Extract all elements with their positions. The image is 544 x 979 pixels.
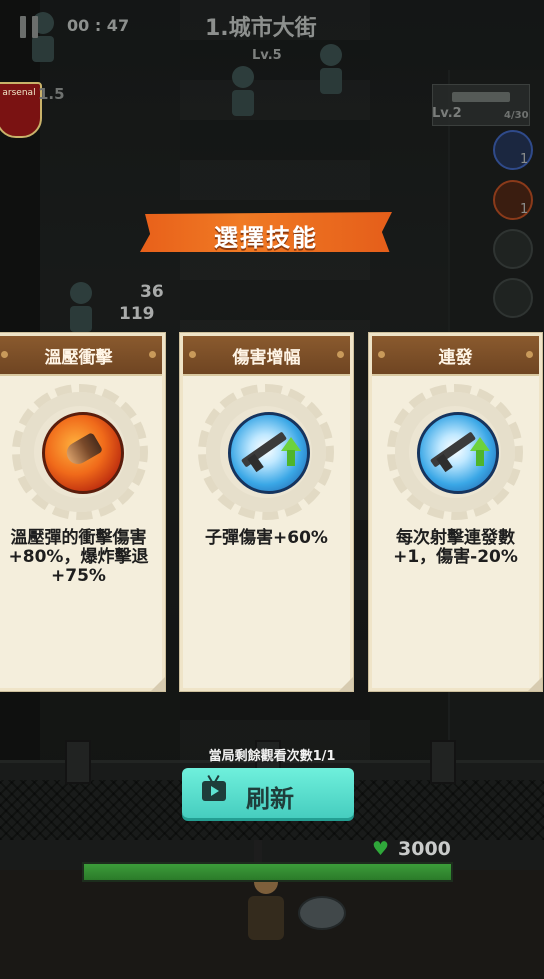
damage-number: 36 <box>140 282 164 302</box>
card-header: 連發 <box>372 336 539 376</box>
card-corner <box>528 677 542 691</box>
enemy-level: Lv.5 <box>252 48 282 63</box>
level-title: 1.城市大街 <box>205 16 317 41</box>
card-corner <box>151 677 165 691</box>
thermobaric-bullet-icon <box>42 412 124 494</box>
rifle-upgrade-icon <box>228 412 310 494</box>
refresh-button[interactable]: 刷新 <box>182 768 354 818</box>
ammo-counter: 4/30 <box>504 110 529 121</box>
skill-name: 連發 <box>438 348 473 368</box>
hp-value: 3000 <box>398 838 451 860</box>
pause-icon[interactable] <box>20 16 40 38</box>
skill-slot-3 <box>493 229 533 269</box>
health-bar-fill <box>84 864 451 880</box>
skill-name: 溫壓衝擊 <box>44 348 113 368</box>
card-header: 溫壓衝擊 <box>0 336 162 376</box>
weapon-level: Lv.2 <box>432 106 462 121</box>
dialog-title: 選擇技能 <box>214 224 318 252</box>
skill-description: 每次射擊連發數+1，傷害-20% <box>393 528 518 567</box>
stage-timer: 00 : 47 <box>67 16 130 35</box>
skill-slot-count: 1 <box>520 202 529 217</box>
views-remaining-text: 當局剩餘觀看次數1/1 <box>208 749 336 764</box>
refresh-label: 刷新 <box>246 786 294 813</box>
skill-description: 溫壓彈的衝擊傷害+80%，爆炸擊退+75% <box>8 528 149 586</box>
card-corner <box>339 677 353 691</box>
skill-description: 子彈傷害+60% <box>205 528 328 548</box>
skill-card-3[interactable]: 連發 每次射擊連發數+1，傷害-20% <box>369 333 542 691</box>
skill-name: 傷害增幅 <box>232 348 301 368</box>
rifle-icon <box>452 92 510 102</box>
health-bar <box>82 862 453 882</box>
card-header: 傷害增幅 <box>183 336 350 376</box>
badge-level: 1.5 <box>38 85 65 103</box>
skill-card-2[interactable]: 傷害增幅 子彈傷害+60% <box>180 333 353 691</box>
damage-number: 119 <box>119 304 155 324</box>
heart-icon: ♥ <box>372 838 390 860</box>
rifle-upgrade-icon <box>417 412 499 494</box>
tv-ad-icon <box>202 774 226 801</box>
skill-slot-4 <box>493 278 533 318</box>
team-badge-icon: arsenal <box>0 82 42 138</box>
skill-slot-count: 1 <box>520 152 529 167</box>
skill-card-1[interactable]: 溫壓衝擊 溫壓彈的衝擊傷害+80%，爆炸擊退+75% <box>0 333 165 691</box>
